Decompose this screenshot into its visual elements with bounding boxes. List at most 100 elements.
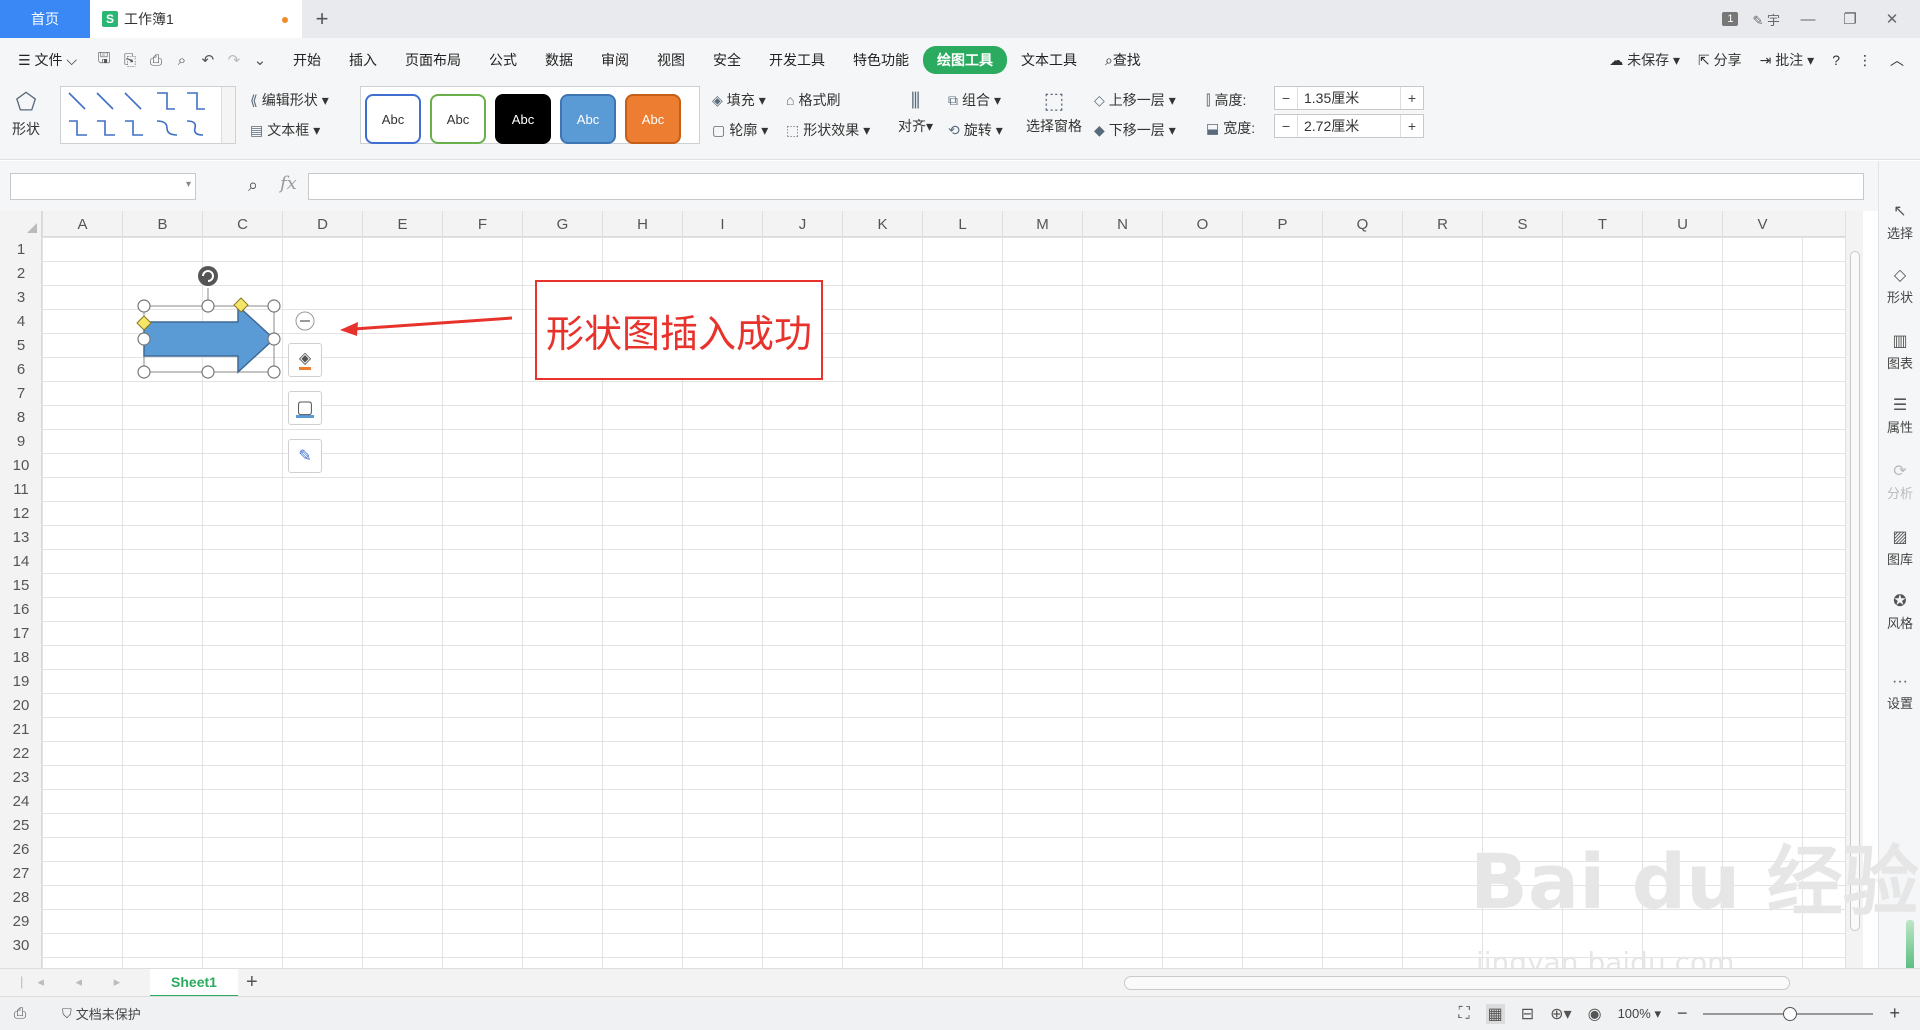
shape-style-2[interactable]: Abc [430, 94, 486, 144]
zoom-slider[interactable] [1703, 1006, 1874, 1021]
shape-button[interactable]: ⬠ 形状 [12, 88, 40, 139]
column-header[interactable]: Q [1322, 211, 1402, 237]
row-header[interactable]: 28 [0, 885, 42, 909]
gallery-scrollbar[interactable] [221, 87, 235, 143]
rotate-button[interactable]: ⟲ 旋转 ▾ [948, 120, 1003, 140]
row-header[interactable]: 9 [0, 429, 42, 453]
more-icon[interactable]: ⋮ [1858, 52, 1872, 69]
save-icon[interactable]: 🖫 [91, 48, 117, 73]
height-input[interactable]: 1.35厘米 [1297, 87, 1401, 109]
normal-view-icon[interactable]: ▦ [1485, 1003, 1505, 1024]
column-header[interactable]: P [1242, 211, 1322, 237]
export-icon[interactable]: ⎘ [117, 52, 143, 69]
zoom-level[interactable]: 100% ▾ [1618, 1006, 1661, 1022]
menu-special-features[interactable]: 特色功能 [839, 50, 923, 70]
side-panel-analysis[interactable]: ⟳ 分析 [1879, 461, 1920, 502]
row-header[interactable]: 6 [0, 357, 42, 381]
eye-protection-icon[interactable]: ◉ [1588, 1004, 1602, 1024]
page-break-view-icon[interactable]: ⊟ [1521, 1004, 1534, 1024]
column-header[interactable]: B [122, 211, 202, 237]
select-all-corner[interactable] [0, 211, 42, 237]
height-stepper[interactable]: − 1.35厘米 + [1274, 86, 1424, 110]
menu-security[interactable]: 安全 [699, 50, 755, 70]
column-header[interactable]: L [922, 211, 1002, 237]
column-header[interactable]: V [1722, 211, 1802, 237]
menu-text-tools[interactable]: 文本工具 [1007, 50, 1091, 70]
row-header[interactable]: 7 [0, 381, 42, 405]
row-header[interactable]: 16 [0, 597, 42, 621]
row-header[interactable]: 17 [0, 621, 42, 645]
column-header[interactable]: U [1642, 211, 1722, 237]
row-header[interactable]: 8 [0, 405, 42, 429]
row-header[interactable]: 22 [0, 741, 42, 765]
shape-effects-button[interactable]: ⬚ 形状效果 ▾ [786, 120, 870, 140]
edit-shape-button[interactable]: ⟪ 编辑形状 ▾ [250, 90, 329, 110]
column-header[interactable]: D [282, 211, 362, 237]
fx-icon[interactable]: fx [280, 173, 297, 194]
sheet-status-icon[interactable]: ⎙ [14, 1005, 26, 1022]
fill-button[interactable]: ◈ 填充 ▾ [712, 90, 766, 110]
menu-start[interactable]: 开始 [279, 50, 335, 70]
restore-button[interactable]: ❐ [1836, 10, 1864, 28]
print-preview-icon[interactable]: ⌕ [169, 52, 195, 69]
file-menu[interactable]: ☰ 文件 ⌵ [14, 50, 91, 70]
side-panel-cursor[interactable]: ↖ 选择 [1879, 201, 1920, 242]
row-header[interactable]: 24 [0, 789, 42, 813]
outline-button[interactable]: ▢ 轮廓 ▾ [712, 120, 768, 140]
column-header[interactable]: C [202, 211, 282, 237]
column-header[interactable]: O [1162, 211, 1242, 237]
selection-pane-button[interactable]: ⬚ 选择窗格 [1026, 88, 1082, 136]
column-header[interactable]: N [1082, 211, 1162, 237]
row-header[interactable]: 10 [0, 453, 42, 477]
help-icon[interactable]: ? [1832, 52, 1840, 68]
user-account[interactable]: ✎ 宇 [1752, 10, 1780, 29]
width-increase-button[interactable]: + [1401, 118, 1423, 134]
column-header[interactable]: S [1482, 211, 1562, 237]
customize-toolbar-icon[interactable]: ⌄ [247, 51, 273, 69]
width-input[interactable]: 2.72厘米 [1297, 115, 1401, 137]
textbox-button[interactable]: ▤ 文本框 ▾ [250, 120, 320, 140]
side-panel-shapes[interactable]: ◇ 形状 [1879, 265, 1920, 306]
undo-icon[interactable]: ↶ [195, 51, 221, 69]
row-header[interactable]: 27 [0, 861, 42, 885]
column-header[interactable]: A [42, 211, 122, 237]
name-box[interactable] [10, 173, 196, 200]
row-header[interactable]: 26 [0, 837, 42, 861]
height-decrease-button[interactable]: − [1275, 90, 1297, 106]
menu-formulas[interactable]: 公式 [475, 50, 531, 70]
side-panel-gallery[interactable]: ▨ 图库 [1879, 527, 1920, 568]
menu-drawing-tools[interactable]: 绘图工具 [922, 46, 1007, 74]
shape-style-3[interactable]: Abc [495, 94, 551, 144]
new-tab-button[interactable]: + [302, 0, 342, 38]
row-header[interactable]: 20 [0, 693, 42, 717]
side-panel-properties[interactable]: ☰ 属性 [1879, 395, 1920, 436]
collapse-ribbon-icon[interactable]: ︿ [1890, 50, 1904, 70]
minimize-button[interactable]: — [1794, 11, 1822, 28]
row-header[interactable]: 30 [0, 933, 42, 957]
group-button[interactable]: ⧉ 组合 ▾ [948, 90, 1001, 110]
row-header[interactable]: 12 [0, 501, 42, 525]
row-header[interactable]: 14 [0, 549, 42, 573]
column-header[interactable]: K [842, 211, 922, 237]
page-layout-view-icon[interactable]: ⊕▾ [1550, 1004, 1571, 1024]
cloud-save-status[interactable]: ☁ 未保存 ▾ [1609, 50, 1680, 70]
row-header[interactable]: 18 [0, 645, 42, 669]
height-increase-button[interactable]: + [1401, 90, 1423, 106]
menu-data[interactable]: 数据 [531, 50, 587, 70]
row-header[interactable]: 13 [0, 525, 42, 549]
comment-button[interactable]: ⇥ 批注 ▾ [1760, 50, 1815, 70]
column-header[interactable]: T [1562, 211, 1642, 237]
format-painter-button[interactable]: ⌂ 格式刷 [786, 90, 840, 110]
protection-status[interactable]: ⛉ 文档未保护 [62, 1004, 141, 1023]
side-panel-chart[interactable]: ▥ 图表 [1879, 331, 1920, 372]
fullscreen-icon[interactable]: ⛶ [1458, 1005, 1469, 1023]
menu-insert[interactable]: 插入 [335, 50, 391, 70]
row-header[interactable]: 4 [0, 309, 42, 333]
column-header[interactable]: I [682, 211, 762, 237]
column-header[interactable]: R [1402, 211, 1482, 237]
row-header[interactable]: 15 [0, 573, 42, 597]
column-header[interactable]: M [1002, 211, 1082, 237]
column-header[interactable]: E [362, 211, 442, 237]
shape-style-1[interactable]: Abc [365, 94, 421, 144]
zoom-in-button[interactable]: + [1889, 1003, 1900, 1024]
